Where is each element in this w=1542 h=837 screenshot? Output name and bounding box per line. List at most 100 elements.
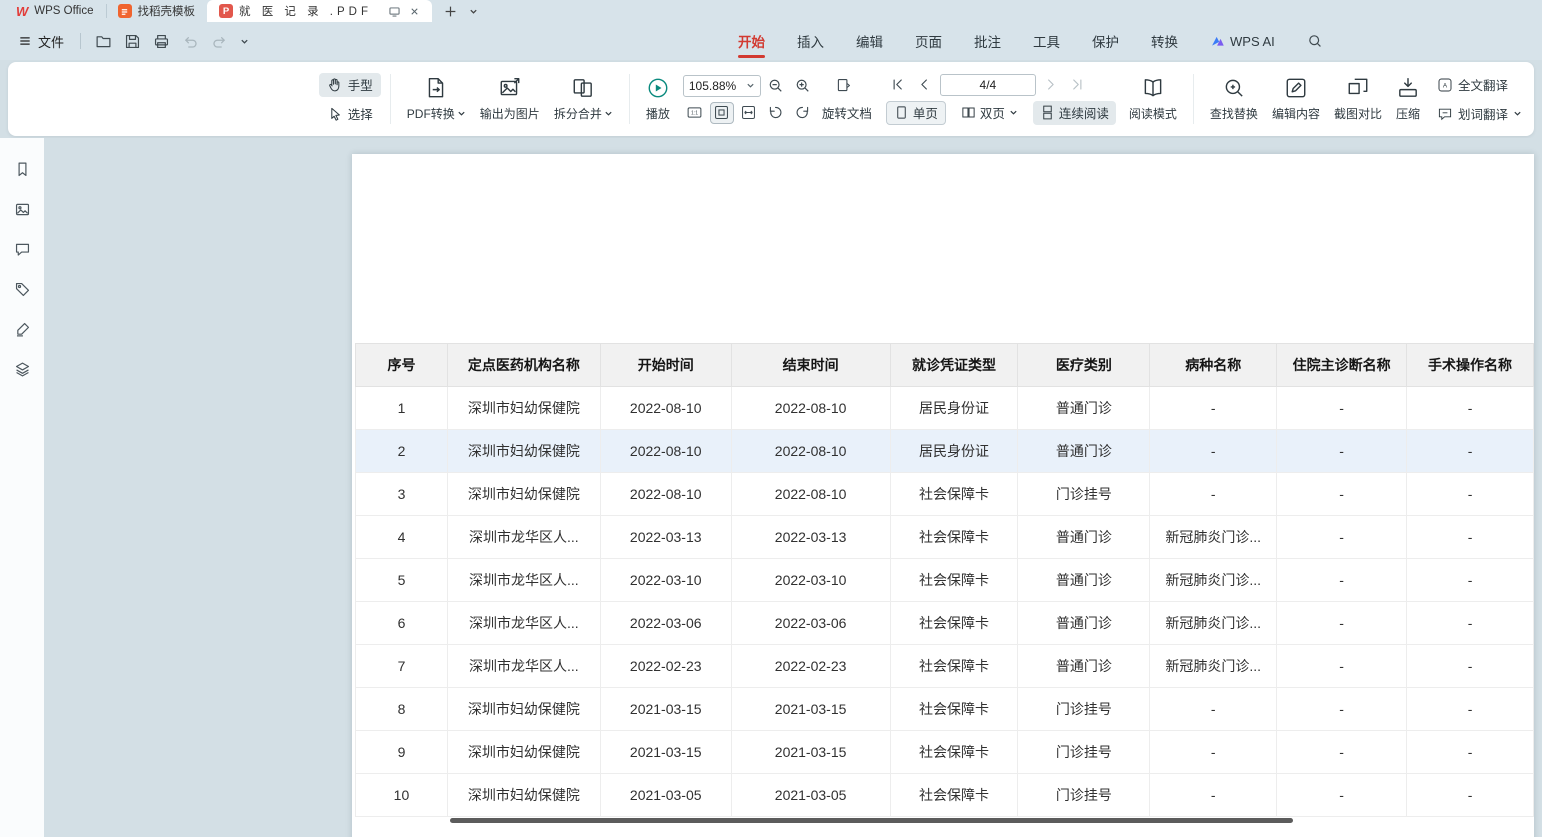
tab-close-icon[interactable] — [409, 6, 420, 17]
hamburger-icon — [18, 34, 32, 48]
page-indicator-input[interactable]: 4/4 — [940, 74, 1036, 96]
thumbnail-panel-button[interactable] — [12, 199, 32, 219]
split-merge-button[interactable]: 拆分合并 — [547, 67, 620, 131]
table-cell: 新冠肺炎门诊... — [1150, 559, 1277, 602]
annotation-panel-button[interactable] — [12, 279, 32, 299]
ribbon-tab-工具[interactable]: 工具 — [1033, 22, 1060, 60]
new-tab-button[interactable] — [444, 5, 457, 18]
table-cell: - — [1277, 645, 1407, 688]
save-button[interactable] — [118, 30, 147, 53]
table-row: 4深圳市龙华区人...2022-03-132022-03-13社会保障卡普通门诊… — [356, 516, 1534, 559]
undo-button[interactable] — [176, 30, 205, 53]
tab-list-chevron-icon[interactable] — [469, 7, 478, 16]
redo-button[interactable] — [205, 30, 234, 53]
rotate-right-button[interactable] — [791, 102, 815, 124]
open-file-button[interactable] — [89, 30, 118, 53]
continuous-reading-button[interactable]: 连续阅读 — [1033, 101, 1116, 125]
table-cell: 居民身份证 — [890, 387, 1018, 430]
table-cell: 新冠肺炎门诊... — [1150, 516, 1277, 559]
search-icon — [1307, 33, 1323, 49]
double-page-button[interactable]: 双页 — [954, 101, 1025, 125]
fit-page-icon — [713, 104, 730, 121]
prev-page-icon — [917, 77, 932, 92]
single-page-button[interactable]: 单页 — [886, 101, 946, 125]
pdf-convert-button[interactable]: PDF转换 — [400, 67, 473, 131]
tab-screen-icon[interactable] — [388, 5, 401, 18]
fit-width-button[interactable] — [737, 102, 761, 124]
table-cell: - — [1277, 430, 1407, 473]
table-cell: - — [1277, 602, 1407, 645]
comment-panel-button[interactable] — [12, 239, 32, 259]
first-page-button[interactable] — [886, 74, 910, 96]
table-cell: - — [1407, 774, 1534, 817]
table-cell: 社会保障卡 — [890, 645, 1018, 688]
next-page-button[interactable] — [1039, 74, 1063, 96]
reading-mode-button[interactable]: 阅读模式 — [1122, 67, 1184, 131]
find-replace-icon — [1222, 76, 1246, 100]
zoom-in-button[interactable] — [791, 75, 815, 97]
prev-page-button[interactable] — [913, 74, 937, 96]
bookmark-panel-button[interactable] — [12, 159, 32, 179]
zoom-combo[interactable]: 105.88% — [683, 75, 761, 97]
ribbon-tab-页面[interactable]: 页面 — [915, 22, 942, 60]
table-cell: 门诊挂号 — [1018, 688, 1150, 731]
layers-panel-button[interactable] — [12, 359, 32, 379]
ribbon-tab-批注[interactable]: 批注 — [974, 22, 1001, 60]
menu-bar: 文件 开始插入编辑页面批注工具保护转换 WPS AI — [0, 22, 1542, 60]
tab-docer[interactable]: 找稻壳模板 — [106, 0, 208, 22]
hand-tool-label: 手型 — [348, 75, 373, 94]
ribbon-tab-开始[interactable]: 开始 — [738, 22, 765, 60]
horizontal-scrollbar[interactable] — [450, 818, 1293, 823]
table-cell: 普通门诊 — [1018, 645, 1150, 688]
select-tool-button[interactable]: 选择 — [319, 102, 381, 126]
table-cell: 深圳市龙华区人... — [447, 559, 600, 602]
compress-label: 压缩 — [1396, 105, 1420, 122]
table-cell: - — [1150, 688, 1277, 731]
ribbon-tab-编辑[interactable]: 编辑 — [856, 22, 883, 60]
find-replace-button[interactable]: 查找替换 — [1203, 67, 1265, 131]
table-cell: 社会保障卡 — [890, 731, 1018, 774]
zoom-out-button[interactable] — [764, 75, 788, 97]
actual-size-button[interactable]: 1:1 — [683, 102, 707, 124]
screenshot-compare-button[interactable]: 截图对比 — [1327, 67, 1389, 131]
full-text-translate-button[interactable]: A 全文翻译 — [1431, 73, 1528, 97]
table-cell: - — [1407, 731, 1534, 774]
global-search-button[interactable] — [1307, 22, 1323, 60]
rotate-document-button[interactable]: 旋转文档 — [818, 103, 876, 122]
print-button[interactable] — [147, 30, 176, 53]
table-cell: - — [1277, 688, 1407, 731]
book-icon — [1141, 76, 1165, 100]
tab-document-active[interactable]: P 就 医 记 录 .PDF — [207, 0, 432, 22]
table-cell: - — [1407, 559, 1534, 602]
find-replace-label: 查找替换 — [1210, 105, 1258, 122]
last-page-button[interactable] — [1066, 74, 1090, 96]
document-viewport[interactable]: 序号定点医药机构名称开始时间结束时间就诊凭证类型医疗类别病种名称住院主诊断名称手… — [44, 138, 1542, 837]
table-cell: 2021-03-05 — [600, 774, 731, 817]
word-translate-button[interactable]: 划词翻译 — [1431, 102, 1528, 126]
zoom-in-icon — [794, 77, 811, 94]
table-cell: 2022-02-23 — [600, 645, 731, 688]
sign-panel-button[interactable] — [12, 319, 32, 339]
export-image-button[interactable]: 输出为图片 — [473, 67, 547, 131]
compress-button[interactable]: 压缩 — [1389, 67, 1427, 131]
table-header-cell: 医疗类别 — [1018, 344, 1150, 387]
tab-wps-home[interactable]: W WPS Office — [4, 0, 106, 22]
quick-access-chevron[interactable] — [234, 34, 255, 49]
file-menu-button[interactable]: 文件 — [10, 28, 72, 55]
fit-page-button[interactable] — [710, 102, 734, 124]
ribbon-tab-转换[interactable]: 转换 — [1151, 22, 1178, 60]
hand-tool-button[interactable]: 手型 — [319, 73, 381, 97]
chevron-down-icon — [457, 109, 466, 118]
ribbon-tab-插入[interactable]: 插入 — [797, 22, 824, 60]
play-button[interactable]: 播放 — [639, 67, 677, 131]
table-header-cell: 序号 — [356, 344, 448, 387]
edit-content-button[interactable]: 编辑内容 — [1265, 67, 1327, 131]
table-cell: 5 — [356, 559, 448, 602]
table-cell: 2022-03-06 — [731, 602, 890, 645]
page-fit-button[interactable] — [832, 75, 856, 97]
table-cell: - — [1277, 516, 1407, 559]
wps-ai-button[interactable]: WPS AI — [1210, 22, 1275, 60]
rotate-left-button[interactable] — [764, 102, 788, 124]
table-cell: 2022-02-23 — [731, 645, 890, 688]
ribbon-tab-保护[interactable]: 保护 — [1092, 22, 1119, 60]
